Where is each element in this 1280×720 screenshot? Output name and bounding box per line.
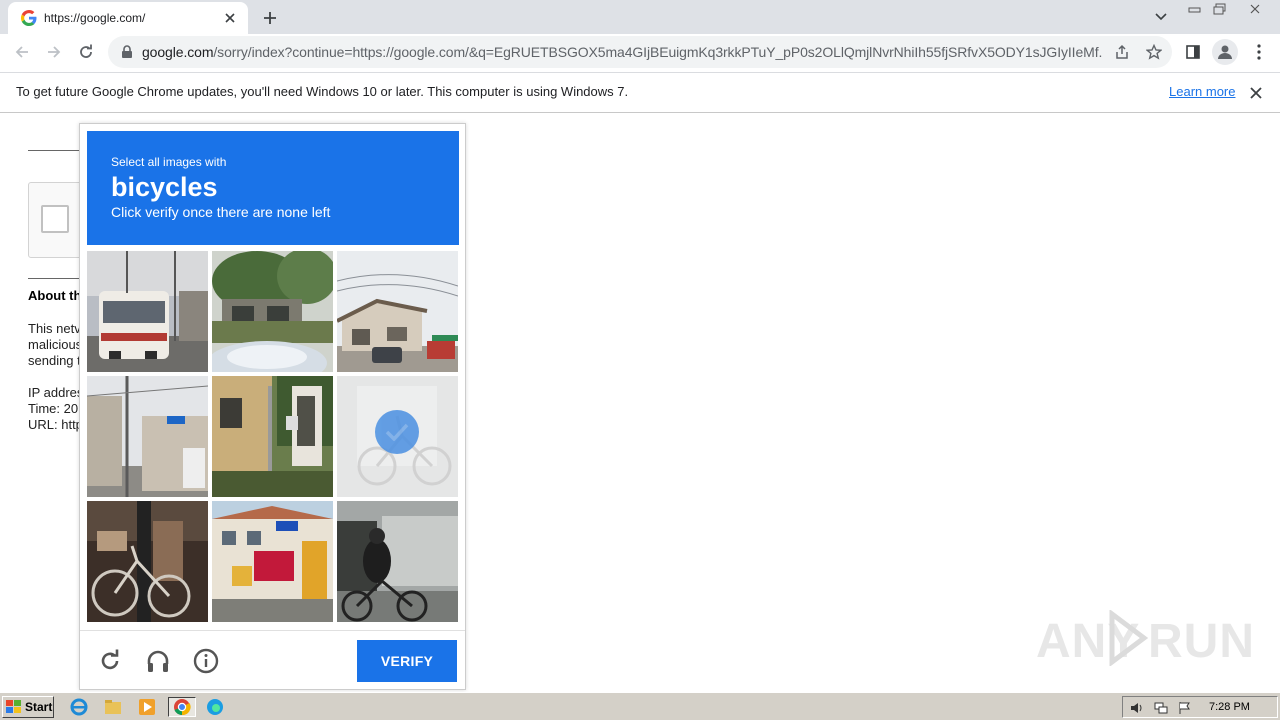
chevron-down-icon — [1155, 13, 1167, 21]
plus-icon — [264, 12, 276, 24]
close-icon — [1250, 4, 1260, 14]
volume-icon[interactable] — [1129, 700, 1145, 716]
forward-button[interactable] — [40, 38, 68, 66]
audio-challenge-icon[interactable] — [144, 647, 172, 675]
learn-more-link[interactable]: Learn more — [1169, 84, 1235, 99]
checkmark-icon — [375, 410, 419, 454]
update-infobar: To get future Google Chrome updates, you… — [0, 72, 1280, 113]
explorer-taskbar-icon[interactable] — [102, 697, 124, 717]
start-label: Start — [25, 700, 53, 714]
restore-button[interactable] — [1208, 0, 1232, 18]
reload-button[interactable] — [72, 38, 100, 66]
network-icon[interactable] — [1153, 700, 1169, 716]
google-favicon-icon — [21, 10, 37, 26]
challenge-target: bicycles — [111, 172, 218, 202]
user-icon — [1218, 45, 1232, 59]
body-line: URL: http — [28, 417, 83, 432]
clock: 7:28 PM — [1209, 701, 1250, 713]
body-line: sending t — [28, 353, 81, 368]
tab-search-button[interactable] — [1150, 7, 1172, 27]
image-tile[interactable] — [212, 501, 333, 622]
anyrun-watermark: ANY RUN — [1036, 606, 1254, 670]
tab-title: https://google.com/ — [44, 11, 146, 25]
arrow-left-icon — [15, 46, 28, 58]
body-line: This netv — [28, 321, 81, 336]
menu-button[interactable] — [1246, 39, 1272, 65]
image-tile-selected[interactable] — [337, 376, 458, 497]
infobar-message: To get future Google Chrome updates, you… — [16, 84, 629, 99]
browser-tab[interactable]: https://google.com/ — [8, 2, 248, 34]
body-line: IP addres — [28, 385, 84, 400]
url-path: /sorry/index?continue=https://google.com… — [213, 44, 1102, 60]
ie-taskbar-icon[interactable] — [68, 697, 90, 717]
tab-close-icon[interactable] — [222, 10, 238, 26]
url-text[interactable]: google.com/sorry/index?continue=https://… — [142, 44, 1102, 60]
play-logo-icon — [1109, 610, 1148, 666]
image-tile[interactable] — [212, 251, 333, 372]
windows-taskbar: Start 7:28 PM — [0, 692, 1280, 720]
image-tile[interactable] — [87, 501, 208, 622]
start-button[interactable]: Start — [2, 696, 54, 718]
image-tile[interactable] — [212, 376, 333, 497]
action-center-flag-icon[interactable] — [1177, 700, 1193, 716]
verify-button[interactable]: VERIFY — [357, 640, 457, 682]
body-line: malicious — [28, 337, 83, 352]
kebab-menu-icon — [1257, 44, 1261, 60]
share-icon[interactable] — [1112, 42, 1132, 62]
arrow-right-icon — [48, 46, 61, 58]
side-panel-icon[interactable] — [1180, 39, 1206, 65]
minimize-button[interactable] — [1183, 0, 1207, 18]
edge-taskbar-icon[interactable] — [204, 697, 226, 717]
infobar-close-icon[interactable] — [1247, 84, 1265, 102]
image-grid — [87, 251, 459, 623]
reload-icon — [80, 44, 92, 58]
windows-logo-icon — [6, 700, 21, 713]
reload-challenge-icon[interactable] — [96, 647, 124, 675]
lock-icon[interactable] — [120, 45, 134, 59]
image-tile[interactable] — [87, 251, 208, 372]
media-player-taskbar-icon[interactable] — [136, 697, 158, 717]
minimize-icon — [1188, 7, 1201, 13]
recaptcha-challenge: Select all images with bicycles Click ve… — [79, 123, 466, 690]
window-close-button[interactable] — [1236, 0, 1274, 18]
tab-strip: https://google.com/ — [0, 0, 1280, 34]
challenge-subtitle: Click verify once there are none left — [111, 204, 331, 220]
new-tab-button[interactable] — [258, 6, 282, 30]
info-icon[interactable] — [192, 647, 220, 675]
image-tile[interactable] — [87, 376, 208, 497]
recaptcha-checkbox[interactable] — [41, 205, 69, 233]
address-bar[interactable]: google.com/sorry/index?continue=https://… — [108, 36, 1172, 68]
image-tile[interactable] — [337, 501, 458, 622]
challenge-header: Select all images with bicycles Click ve… — [87, 131, 459, 245]
back-button[interactable] — [8, 38, 36, 66]
about-heading: About th — [28, 288, 82, 303]
url-host: google.com — [142, 44, 214, 60]
watermark-right: RUN — [1148, 615, 1255, 668]
chrome-taskbar-icon[interactable] — [168, 697, 196, 717]
body-line: Time: 20 — [28, 401, 79, 416]
browser-toolbar: google.com/sorry/index?continue=https://… — [0, 34, 1280, 72]
restore-icon — [1213, 3, 1226, 15]
challenge-footer: VERIFY — [80, 630, 465, 689]
image-tile[interactable] — [337, 251, 458, 372]
profile-avatar[interactable] — [1212, 39, 1238, 65]
challenge-instruction: Select all images with — [111, 155, 227, 169]
system-tray: 7:28 PM — [1122, 696, 1278, 718]
bookmark-star-icon[interactable] — [1144, 42, 1164, 62]
